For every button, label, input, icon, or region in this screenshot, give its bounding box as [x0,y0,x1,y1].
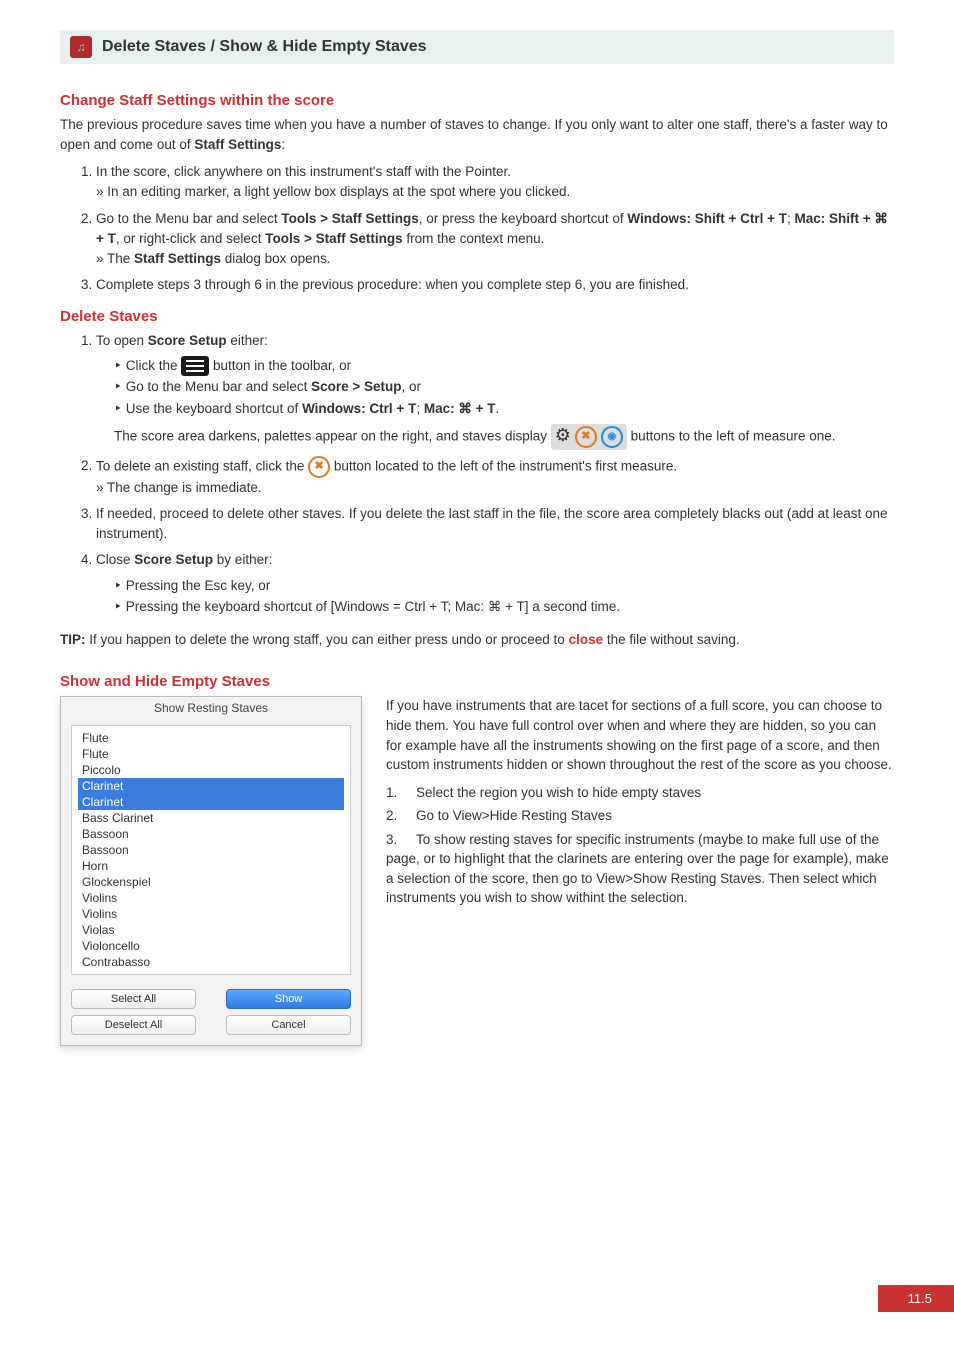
visibility-icon: ◉ [601,426,623,448]
list-item[interactable]: Glockenspiel [78,874,344,890]
delete-icon: ✖ [308,456,330,478]
heading-delete-staves: Delete Staves [60,308,894,325]
header-title: Delete Staves / Show & Hide Empty Staves [102,38,427,56]
list-item[interactable]: Contrabasso [78,954,344,970]
list-item[interactable]: Clarinet [78,778,344,794]
show-hide-step-2: 2. Go to View>Hide Resting Staves [386,806,894,826]
page-number: 11.5 [878,1285,954,1312]
list-item[interactable]: Flute [78,730,344,746]
instrument-list[interactable]: FluteFlutePiccoloClarinetClarinetBass Cl… [71,725,351,975]
deselect-all-button[interactable]: Deselect All [71,1015,196,1035]
list-item[interactable]: Bass Clarinet [78,810,344,826]
list-item[interactable]: Bassoon [78,842,344,858]
app-icon: ♫ [70,36,92,58]
list-item[interactable]: Piccolo [78,762,344,778]
list-item[interactable]: Violins [78,906,344,922]
score-setup-toolbar-icon [181,356,209,376]
heading-show-hide: Show and Hide Empty Staves [60,673,894,690]
delete-icon: ✖ [575,426,597,448]
select-all-button[interactable]: Select All [71,989,196,1009]
show-resting-staves-dialog: Show Resting Staves FluteFlutePiccoloCla… [60,696,362,1046]
stave-control-icons: ⚙ ✖ ◉ [551,424,627,450]
list-item[interactable]: Violins [78,890,344,906]
tip-line: TIP: If you happen to delete the wrong s… [60,630,894,650]
gear-icon: ⚙ [555,426,571,448]
list-item[interactable]: Clarinet [78,794,344,810]
list-item[interactable]: Flute [78,746,344,762]
list-item[interactable]: Violoncello [78,938,344,954]
heading-change-staff: Change Staff Settings within the score [60,92,894,109]
show-button[interactable]: Show [226,989,351,1009]
show-hide-step-1: 1. Select the region you wish to hide em… [386,783,894,803]
list-item[interactable]: Bassoon [78,826,344,842]
cancel-button[interactable]: Cancel [226,1015,351,1035]
page-header: ♫ Delete Staves / Show & Hide Empty Stav… [60,30,894,64]
show-hide-paragraph: If you have instruments that are tacet f… [386,696,894,774]
delete-staves-steps: To open Score Setup either: Click the bu… [60,331,894,618]
dialog-title: Show Resting Staves [61,697,361,719]
change-staff-steps: In the score, click anywhere on this ins… [60,162,894,296]
intro-paragraph: The previous procedure saves time when y… [60,115,894,154]
show-hide-step-3: 3. To show resting staves for specific i… [386,830,894,908]
list-item[interactable]: Violas [78,922,344,938]
list-item[interactable]: Horn [78,858,344,874]
